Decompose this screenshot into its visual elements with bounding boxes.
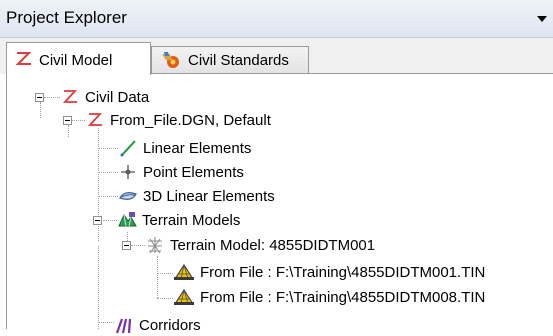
expander-civil-data[interactable]	[35, 93, 44, 102]
tree-label-point-elements: Point Elements	[143, 163, 244, 181]
tree-item-linear-elements[interactable]: Linear Elements	[118, 137, 251, 159]
tab-civil-model[interactable]: Civil Model	[6, 42, 151, 75]
tab-label-civil-standards: Civil Standards	[188, 52, 289, 69]
civil-standards-icon	[162, 52, 179, 68]
expander-model[interactable]	[63, 116, 72, 125]
tree-item-point-elements[interactable]: Point Elements	[118, 161, 244, 183]
terrain-model-icon	[148, 237, 162, 254]
panel-title: Project Explorer	[6, 8, 127, 27]
tin-file-icon	[173, 263, 195, 280]
civil-model-icon	[15, 52, 32, 65]
tree-item-3d-linear-elements[interactable]: 3D Linear Elements	[118, 185, 275, 207]
tree-item-file-2[interactable]: From File : F:\Training\4855DIDTM008.TIN	[173, 286, 485, 308]
civil-data-icon	[62, 90, 78, 103]
tree-label-corridors: Corridors	[139, 316, 201, 334]
tree-label-file-2: From File : F:\Training\4855DIDTM008.TIN	[200, 288, 486, 306]
tree-item-civil-data[interactable]: Civil Data	[60, 86, 149, 108]
civil-model-icon	[87, 113, 103, 126]
tree-item-terrain-models[interactable]: Terrain Models	[117, 209, 240, 231]
tree-label-linear-elements: Linear Elements	[143, 139, 252, 157]
tin-file-icon	[173, 288, 195, 305]
dropdown-arrow-icon[interactable]	[537, 16, 547, 22]
title-bar: Project Explorer	[0, 0, 553, 38]
tree-label-terrain-model: Terrain Model: 4855DIDTM001	[170, 236, 376, 254]
tree-item-corridors[interactable]: Corridors	[114, 314, 201, 336]
corridors-icon	[115, 318, 132, 334]
tab-strip: Civil Model Civil Standards	[0, 38, 553, 75]
point-element-icon	[121, 165, 135, 179]
tree-label-3d-linear-elements: 3D Linear Elements	[143, 187, 275, 205]
terrain-models-icon	[118, 212, 137, 227]
tree-item-terrain-model[interactable]: Terrain Model: 4855DIDTM001	[145, 234, 375, 256]
tree-label-civil-data: Civil Data	[85, 88, 150, 106]
tree-label-model: From_File.DGN, Default	[110, 111, 271, 129]
tree-label-file-1: From File : F:\Training\4855DIDTM001.TIN	[200, 263, 486, 281]
tree-label-terrain-models: Terrain Models	[142, 211, 241, 229]
tree-item-file-1[interactable]: From File : F:\Training\4855DIDTM001.TIN	[173, 261, 485, 283]
tree-item-model[interactable]: From_File.DGN, Default	[85, 109, 271, 131]
expander-terrain-models[interactable]	[93, 216, 102, 225]
3d-linear-element-icon	[119, 192, 137, 200]
tab-label-civil-model: Civil Model	[39, 52, 113, 69]
tab-civil-standards[interactable]: Civil Standards	[151, 46, 309, 73]
linear-element-icon	[120, 140, 136, 157]
expander-terrain-model[interactable]	[122, 241, 131, 250]
